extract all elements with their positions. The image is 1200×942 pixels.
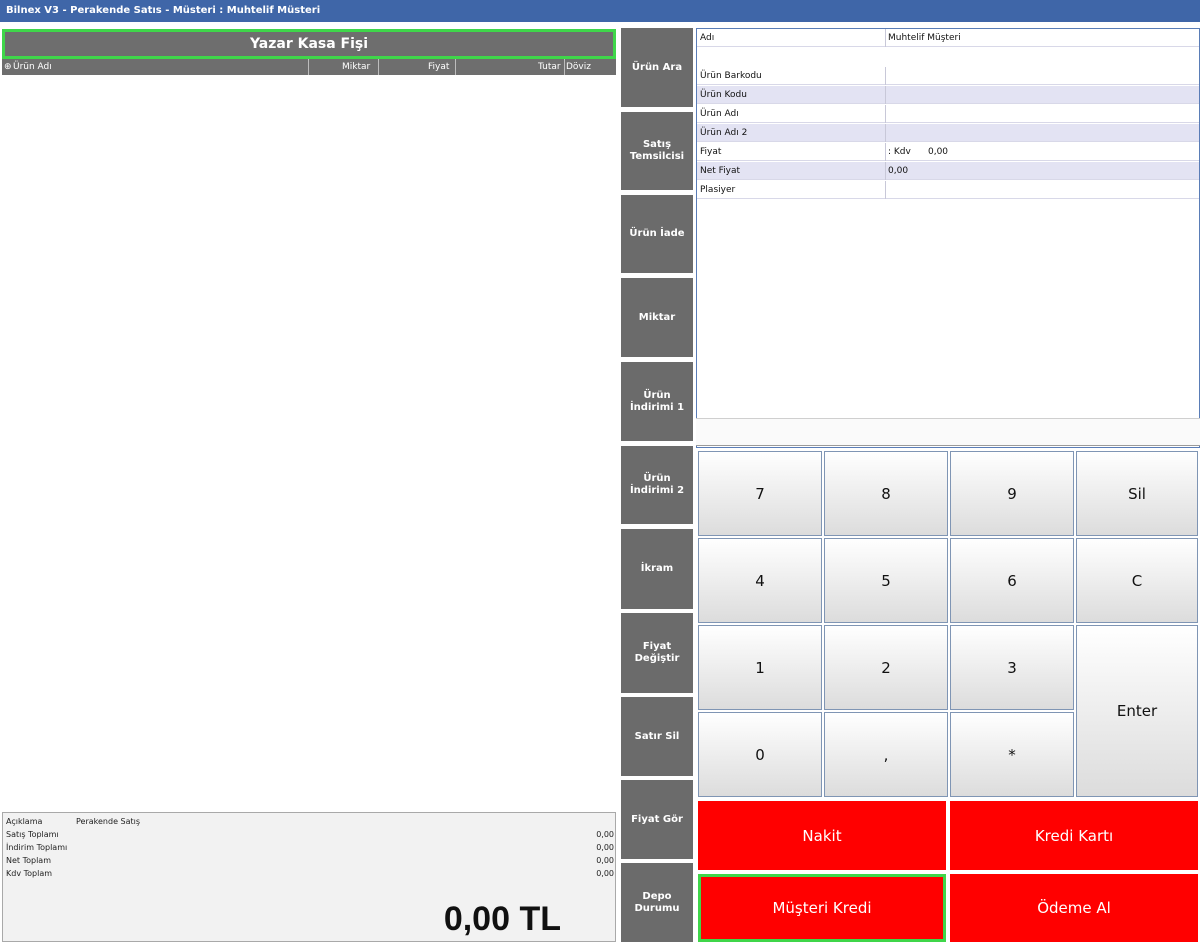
cash-button[interactable]: Nakit [698, 801, 946, 870]
key-9[interactable]: 9 [950, 451, 1074, 536]
description-value: Perakende Satış [76, 817, 141, 826]
product-discount-1-button[interactable]: Ürün İndirimi 1 [621, 362, 693, 441]
product-code-label: Ürün Kodu [700, 90, 747, 100]
key-delete[interactable]: Sil [1076, 451, 1198, 536]
key-1[interactable]: 1 [698, 625, 822, 710]
delete-line-button[interactable]: Satır Sil [621, 697, 693, 776]
net-total-label: Net Toplam [6, 856, 52, 865]
grand-total: 0,00 TL [443, 900, 561, 938]
key-2[interactable]: 2 [824, 625, 948, 710]
warehouse-status-button[interactable]: Depo Durumu [621, 863, 693, 942]
product-name-2-label: Ürün Adı 2 [700, 128, 748, 138]
key-5[interactable]: 5 [824, 538, 948, 623]
column-total[interactable]: Tutar [538, 59, 561, 75]
net-price-label: Net Fiyat [700, 166, 741, 176]
window-title: Bilnex V3 - Perakende Satıs - Müsteri : … [0, 0, 1200, 22]
discount-total-value: 0,00 [596, 843, 614, 852]
price-value[interactable]: : Kdv 0,00 [888, 143, 948, 161]
customer-credit-button[interactable]: Müşteri Kredi [698, 874, 946, 942]
product-info-panel: Adı Muhtelif Müşteri Ürün Barkodu Ürün K… [696, 28, 1200, 448]
sales-total-label: Satış Toplamı [6, 830, 59, 839]
sales-agent-label: Plasiyer [700, 185, 736, 195]
take-payment-button[interactable]: Ödeme Al [950, 874, 1198, 942]
credit-card-button[interactable]: Kredi Kartı [950, 801, 1198, 870]
function-button-column: Ürün Ara Satış Temsilcisi Ürün İade Mikta… [621, 28, 693, 942]
key-enter[interactable]: Enter [1076, 625, 1198, 797]
key-7[interactable]: 7 [698, 451, 822, 536]
complimentary-button[interactable]: İkram [621, 529, 693, 609]
expand-icon[interactable]: ⊕ [4, 59, 12, 75]
key-asterisk[interactable]: * [950, 712, 1074, 797]
customer-name-value[interactable]: Muhtelif Müşteri [888, 29, 961, 47]
receipt-title: Yazar Kasa Fişi [2, 29, 616, 59]
product-return-button[interactable]: Ürün İade [621, 195, 693, 273]
net-total-value: 0,00 [596, 856, 614, 865]
customer-name-label: Adı [700, 33, 715, 43]
key-0[interactable]: 0 [698, 712, 822, 797]
key-8[interactable]: 8 [824, 451, 948, 536]
barcode-label: Ürün Barkodu [700, 71, 762, 81]
key-3[interactable]: 3 [950, 625, 1074, 710]
view-price-button[interactable]: Fiyat Gör [621, 780, 693, 859]
column-price[interactable]: Fiyat [428, 59, 449, 75]
input-display[interactable] [696, 418, 1200, 446]
receipt-column-header: ⊕ Ürün Adı Miktar Fiyat Tutar Döviz [2, 59, 616, 75]
totals-panel: Açıklama Perakende Satış Satış Toplamı 0… [2, 812, 616, 942]
key-comma[interactable]: , [824, 712, 948, 797]
change-price-button[interactable]: Fiyat Değiştir [621, 613, 693, 693]
sales-total-value: 0,00 [596, 830, 614, 839]
receipt-item-list[interactable] [2, 75, 616, 811]
product-discount-2-button[interactable]: Ürün İndirimi 2 [621, 446, 693, 524]
vat-total-label: Kdv Toplam [6, 869, 53, 878]
quantity-button[interactable]: Miktar [621, 278, 693, 357]
vat-total-value: 0,00 [596, 869, 614, 878]
key-4[interactable]: 4 [698, 538, 822, 623]
key-6[interactable]: 6 [950, 538, 1074, 623]
description-label: Açıklama [6, 817, 43, 826]
net-price-value[interactable]: 0,00 [888, 162, 908, 180]
pos-window: Bilnex V3 - Perakende Satıs - Müsteri : … [0, 0, 1200, 942]
product-name-label: Ürün Adı [700, 109, 739, 119]
sales-rep-button[interactable]: Satış Temsilcisi [621, 112, 693, 190]
discount-total-label: İndirim Toplamı [6, 843, 68, 852]
column-quantity[interactable]: Miktar [342, 59, 370, 75]
product-search-button[interactable]: Ürün Ara [621, 28, 693, 107]
column-currency[interactable]: Döviz [566, 59, 591, 75]
price-label: Fiyat [700, 147, 722, 157]
column-product-name[interactable]: Ürün Adı [13, 59, 52, 75]
key-clear[interactable]: C [1076, 538, 1198, 623]
